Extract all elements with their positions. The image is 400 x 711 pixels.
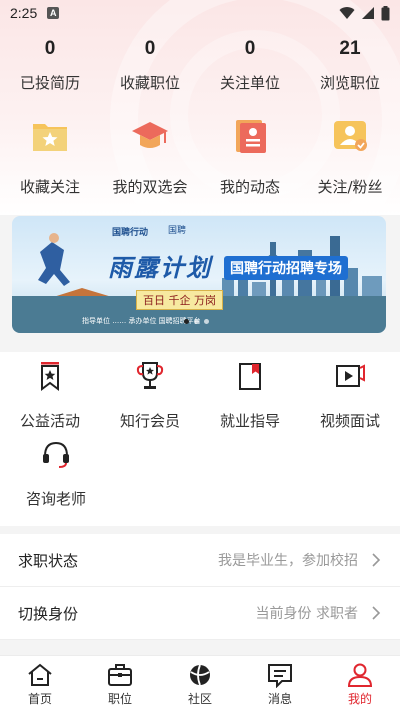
row-value: 当前身份 求职者 (255, 606, 358, 622)
status-time: 2:25 (10, 5, 38, 21)
service-video-interview[interactable]: 视频面试 (300, 360, 400, 431)
service-label: 咨询老师 (25, 490, 86, 508)
tab-community[interactable]: 社区 (160, 656, 240, 711)
book-icon (239, 363, 261, 390)
tab-label: 职位 (107, 692, 132, 706)
row-job-status[interactable]: 求职状态 我是毕业生，参加校招 (0, 534, 400, 587)
trophy-icon (136, 362, 164, 389)
service-career-guidance[interactable]: 就业指导 (200, 360, 300, 431)
message-icon (268, 664, 292, 688)
service-label: 视频面试 (319, 412, 380, 430)
carousel-dot[interactable] (184, 319, 189, 324)
tab-home[interactable]: 首页 (0, 656, 80, 711)
video-play-icon (336, 364, 365, 387)
stat-label: 浏览职位 (319, 74, 380, 92)
star-folder-icon (33, 124, 67, 151)
service-label: 就业指导 (219, 412, 280, 430)
tab-label: 首页 (27, 692, 52, 706)
quick-label: 我的动态 (219, 178, 280, 196)
quick-actions: 收藏关注 我的双选会 我的动态 关注/粉丝 (0, 118, 400, 197)
quick-favorites[interactable]: 收藏关注 (0, 118, 100, 197)
row-value: 我是毕业生，参加校招 (218, 553, 358, 569)
notification-badge: A (47, 7, 60, 19)
stat-label: 收藏职位 (119, 74, 180, 92)
status-bar: 2:25 A (0, 0, 400, 26)
stat-value: 0 (144, 38, 156, 59)
community-icon (190, 664, 210, 686)
service-charity[interactable]: 公益活动 (0, 360, 100, 431)
promo-banner[interactable]: 国聘行动 国聘 雨露计划 国聘行动招聘专场 百日 千企 万岗 指导单位 …… 承… (12, 216, 386, 333)
quick-label: 我的双选会 (112, 178, 188, 196)
home-icon (28, 663, 52, 686)
service-label: 公益活动 (19, 412, 80, 430)
service-membership[interactable]: 知行会员 (100, 360, 200, 431)
tab-jobs[interactable]: 职位 (80, 656, 160, 711)
carousel-dot[interactable] (194, 319, 199, 324)
stat-value: 0 (44, 38, 56, 59)
stat-value: 0 (244, 38, 256, 59)
stat-label: 关注单位 (219, 74, 280, 92)
stat-value: 21 (339, 38, 361, 59)
quick-label: 关注/粉丝 (317, 178, 383, 196)
signal-icon (362, 7, 374, 19)
wifi-icon (339, 7, 355, 20)
services-grid: 公益活动 知行会员 就业指导 视频面试 咨询老师 (0, 352, 400, 526)
tab-label: 社区 (187, 692, 212, 706)
service-label: 知行会员 (119, 412, 180, 430)
document-icon (236, 120, 266, 153)
banner-subtitle: 国聘行动招聘专场 (224, 256, 348, 280)
carousel-dots (184, 319, 209, 324)
banner-badge: 百日 千企 万岗 (136, 290, 223, 310)
stat-viewed-jobs[interactable]: 21 浏览职位 (300, 36, 400, 93)
profile-icon (347, 663, 373, 687)
headset-icon (43, 441, 69, 468)
briefcase-icon (108, 664, 132, 686)
tab-label: 消息 (267, 692, 292, 706)
bookmark-star-icon (41, 362, 59, 391)
bottom-tab-bar: 首页 职位 社区 消息 我的 (0, 655, 400, 711)
followers-icon (334, 121, 367, 151)
stat-saved-jobs[interactable]: 0 收藏职位 (100, 36, 200, 93)
tab-profile[interactable]: 我的 (320, 656, 400, 711)
battery-icon (381, 5, 390, 20)
quick-label: 收藏关注 (19, 178, 80, 196)
tab-messages[interactable]: 消息 (240, 656, 320, 711)
row-key: 求职状态 (18, 551, 79, 570)
quick-followers[interactable]: 关注/粉丝 (300, 118, 400, 197)
settings-list: 求职状态 我是毕业生，参加校招 切换身份 当前身份 求职者 (0, 534, 400, 640)
quick-job-fairs[interactable]: 我的双选会 (100, 118, 200, 197)
tab-label: 我的 (347, 692, 372, 706)
graduation-cap-icon (132, 122, 168, 148)
banner-slogan: 雨露计划 (108, 254, 212, 282)
service-advisor[interactable]: 咨询老师 (6, 438, 106, 509)
chevron-right-icon (372, 606, 381, 620)
stats-row: 0 已投简历 0 收藏职位 0 关注单位 21 浏览职位 (0, 36, 400, 93)
carousel-dot[interactable] (204, 319, 209, 324)
stat-applied[interactable]: 0 已投简历 (0, 36, 100, 93)
row-key: 切换身份 (18, 604, 79, 623)
banner-footer: 指导单位 …… 承办单位 国聘招聘平台 (82, 317, 201, 325)
banner-brand-left: 国聘行动 (112, 228, 149, 238)
stat-followed-orgs[interactable]: 0 关注单位 (200, 36, 300, 93)
row-switch-identity[interactable]: 切换身份 当前身份 求职者 (0, 587, 400, 640)
stat-label: 已投简历 (19, 74, 80, 92)
chevron-right-icon (372, 553, 381, 567)
quick-activity[interactable]: 我的动态 (200, 118, 300, 197)
banner-brand-right: 国聘 (168, 226, 187, 236)
